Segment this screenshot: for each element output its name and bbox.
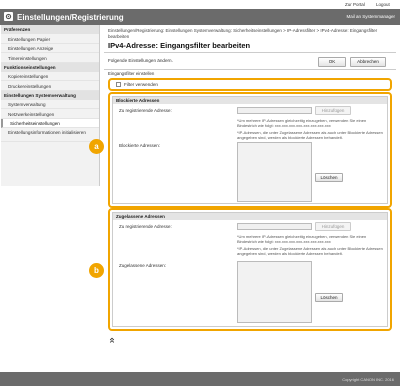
sidebar-section-preferences: Präferenzen bbox=[1, 25, 99, 34]
blocked-note-range: *Um mehrere IP-Adressen gleichzeitig ein… bbox=[237, 118, 367, 128]
copyright-text: Copyright CANON INC. 2016 bbox=[342, 376, 394, 382]
cancel-button[interactable]: Abbrechen bbox=[350, 57, 386, 67]
use-filter-label: Filter verwenden bbox=[124, 82, 158, 87]
sidebar-section-functions: Funktionseinstellungen bbox=[1, 62, 99, 72]
section-title: Eingangsfilter einstellen bbox=[108, 71, 155, 76]
divider bbox=[104, 52, 396, 53]
portal-link[interactable]: Zur Portal bbox=[345, 2, 365, 7]
allowed-add-button[interactable]: Hinzufügen bbox=[315, 222, 351, 231]
instruction-text: Folgende Einstellungen ändern. bbox=[108, 58, 173, 63]
footer: Copyright CANON INC. 2016 bbox=[0, 372, 400, 386]
app-title: Einstellungen/Registrierung bbox=[17, 12, 124, 22]
allowed-list-label: Zugelassene Adressen: bbox=[119, 263, 167, 268]
blocked-note-priority: *IP-Adressen, die unter Zugelassene Adre… bbox=[237, 130, 383, 140]
allowed-note-priority: *IP-Adressen, die unter Zugelassene Adre… bbox=[237, 246, 383, 256]
sidebar-item-initialize[interactable]: Einstellungsinformationen initialisieren bbox=[1, 128, 99, 142]
sidebar-item-display[interactable]: Einstellungen Anzeige bbox=[1, 44, 99, 53]
sidebar-item-security[interactable]: Sicherheitseinstellungen bbox=[1, 118, 99, 128]
allowed-address-label: Zu registrierende Adresse: bbox=[119, 224, 172, 229]
divider bbox=[104, 69, 396, 70]
settings-logo-icon bbox=[4, 12, 13, 21]
sidebar-item-timer[interactable]: Timereinstellungen bbox=[1, 53, 99, 63]
blocked-list-label: Blockierte Adressen: bbox=[119, 143, 161, 148]
sidebar-item-system-management[interactable]: Systemverwaltung bbox=[1, 100, 99, 109]
blocked-delete-button[interactable]: Löschen bbox=[315, 173, 343, 182]
breadcrumb: Einstellungen/Registrierung: Einstellung… bbox=[108, 28, 378, 39]
blocked-address-input[interactable] bbox=[237, 107, 312, 114]
page-title: IPv4-Adresse: Eingangsfilter bearbeiten bbox=[108, 41, 251, 50]
logout-link[interactable]: Logout bbox=[376, 2, 390, 7]
app-header: Einstellungen/Registrierung Mail an Syst… bbox=[0, 9, 400, 25]
double-chevron-up-icon[interactable] bbox=[109, 337, 115, 345]
callout-a-badge: a bbox=[89, 139, 104, 154]
sidebar-item-copy[interactable]: Kopiereinstellungen bbox=[1, 72, 99, 81]
callout-b-badge: b bbox=[89, 263, 104, 278]
blocked-heading: Blockierte Adressen bbox=[113, 97, 387, 104]
sidebar-item-network[interactable]: Netzwerkeinstellungen bbox=[1, 109, 99, 119]
top-link-bar: Zur Portal Logout bbox=[0, 0, 400, 9]
mail-to-manager-link[interactable]: Mail an Systemmanager bbox=[346, 14, 395, 19]
sidebar-item-printer[interactable]: Druckereinstellungen bbox=[1, 81, 99, 91]
blocked-add-button[interactable]: Hinzufügen bbox=[315, 106, 351, 115]
allowed-address-input[interactable] bbox=[237, 223, 312, 230]
sidebar-item-paper[interactable]: Einstellungen Papier bbox=[1, 34, 99, 44]
allowed-address-list[interactable] bbox=[237, 261, 312, 323]
blocked-address-label: Zu registrierende Adresse: bbox=[119, 108, 172, 113]
blocked-address-list[interactable] bbox=[237, 142, 312, 202]
main-content: Einstellungen/Registrierung: Einstellung… bbox=[89, 25, 396, 355]
blocked-panel: Blockierte Adressen Zu registrierende Ad… bbox=[112, 96, 388, 204]
sidebar: Präferenzen Einstellungen Papier Einstel… bbox=[1, 25, 100, 186]
allowed-panel: Zugelassene Adressen Zu registrierende A… bbox=[112, 212, 388, 327]
allowed-heading: Zugelassene Adressen bbox=[113, 213, 387, 220]
ok-button[interactable]: OK bbox=[318, 57, 346, 67]
use-filter-checkbox[interactable] bbox=[116, 82, 121, 87]
allowed-delete-button[interactable]: Löschen bbox=[315, 293, 343, 302]
sidebar-section-system: Einstellungen Systemverwaltung bbox=[1, 90, 99, 100]
allowed-note-range: *Um mehrere IP-Adressen gleichzeitig ein… bbox=[237, 234, 367, 244]
page: Zur Portal Logout Einstellungen/Registri… bbox=[0, 0, 400, 386]
